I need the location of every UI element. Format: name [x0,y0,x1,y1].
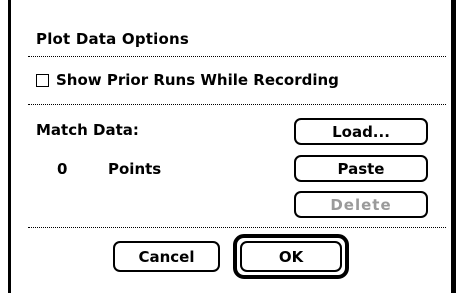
plot-data-options-dialog: Plot Data Options Show Prior Runs While … [0,0,463,293]
window-right-border [451,0,456,293]
show-prior-runs-label[interactable]: Show Prior Runs While Recording [56,71,339,89]
window-left-border [8,0,11,293]
points-count: 0 [57,160,68,178]
ok-button[interactable]: OK [240,241,342,272]
show-prior-runs-checkbox[interactable] [36,74,49,87]
points-label: Points [108,160,162,178]
dialog-title: Plot Data Options [36,30,190,48]
divider [28,104,446,105]
delete-button[interactable]: Delete [294,191,428,218]
divider [28,227,446,228]
match-data-label: Match Data: [36,121,139,139]
load-button[interactable]: Load... [294,118,428,145]
paste-button[interactable]: Paste [294,155,428,182]
cancel-button[interactable]: Cancel [113,241,220,272]
divider [28,56,446,57]
